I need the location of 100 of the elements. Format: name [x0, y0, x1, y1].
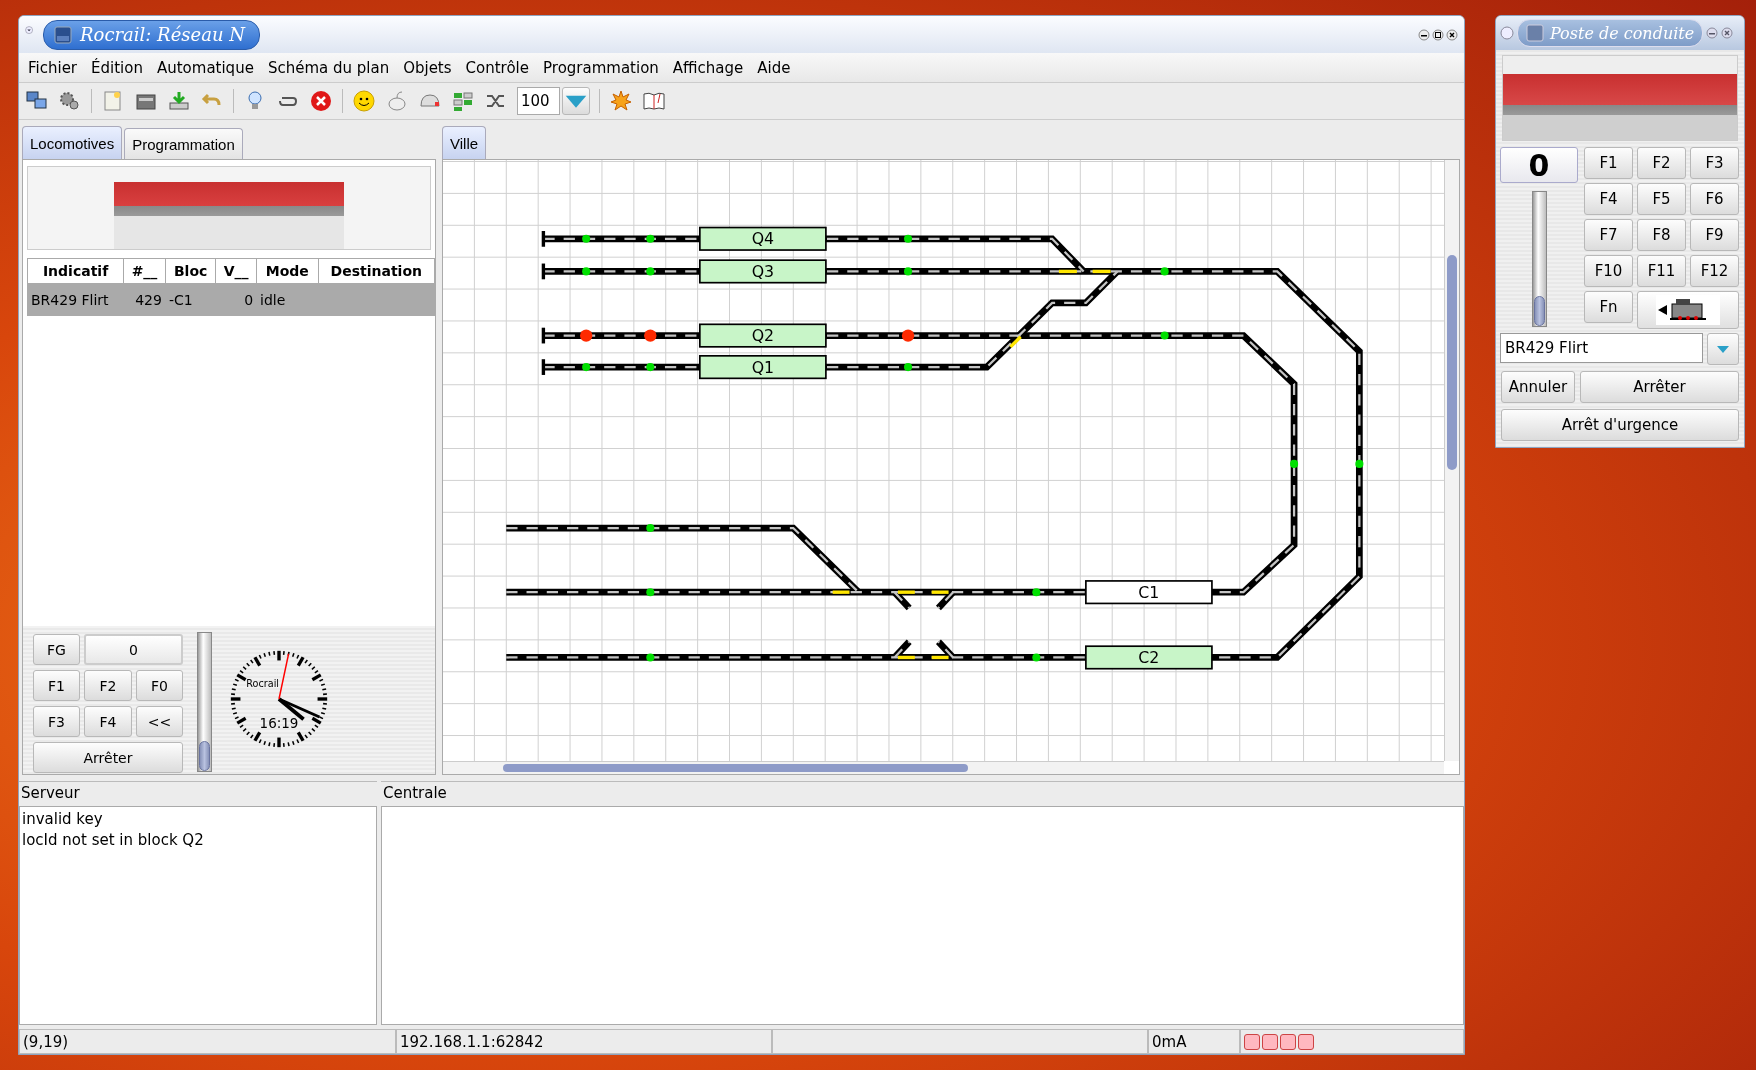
- function-button[interactable]: F6: [1690, 183, 1739, 215]
- column-header[interactable]: #__: [123, 258, 166, 284]
- status-current: 0mA: [1148, 1029, 1240, 1054]
- vertical-scrollbar[interactable]: [1444, 160, 1459, 761]
- signal-icon[interactable]: [646, 234, 655, 243]
- column-header[interactable]: V__: [215, 258, 257, 284]
- menu-item[interactable]: Programmation: [536, 58, 666, 77]
- function-button[interactable]: F1: [1584, 147, 1633, 179]
- menu-item[interactable]: Affichage: [665, 58, 751, 77]
- minimize-icon[interactable]: [1418, 28, 1430, 41]
- signal-icon[interactable]: [904, 267, 913, 276]
- track-block[interactable]: C1: [1085, 580, 1213, 605]
- slider-thumb[interactable]: [199, 741, 210, 771]
- function-button[interactable]: F1: [33, 670, 80, 701]
- stop-button[interactable]: Arrêter: [33, 742, 183, 773]
- function-button[interactable]: F9: [1690, 219, 1739, 251]
- stop-icon[interactable]: [309, 89, 333, 113]
- status-indicator-icon: [1298, 1033, 1314, 1050]
- menu-item[interactable]: Contrôle: [458, 58, 536, 77]
- function-button[interactable]: F4: [1584, 183, 1633, 215]
- signal-icon[interactable]: [646, 588, 655, 597]
- function-button[interactable]: F11: [1637, 255, 1686, 287]
- signal-icon[interactable]: [582, 363, 591, 372]
- dropdown-button[interactable]: [1707, 333, 1739, 365]
- track-block[interactable]: Q2: [699, 323, 827, 348]
- speed-display: 0: [84, 634, 183, 665]
- tab[interactable]: Programmation: [124, 128, 243, 159]
- direction-button[interactable]: [1637, 291, 1739, 329]
- column-header[interactable]: Indicatif: [27, 258, 124, 284]
- track-block[interactable]: C2: [1085, 645, 1213, 670]
- menu-item[interactable]: Aide: [750, 58, 798, 77]
- blocks-icon[interactable]: [451, 89, 475, 113]
- signal-icon[interactable]: [646, 524, 655, 533]
- track-block[interactable]: Q4: [699, 226, 827, 251]
- menu-item[interactable]: Schéma du plan: [260, 58, 397, 77]
- function-button[interactable]: FG: [33, 634, 80, 665]
- function-button[interactable]: Fn: [1584, 291, 1633, 323]
- function-button[interactable]: <<: [136, 706, 183, 737]
- function-button[interactable]: F10: [1584, 255, 1633, 287]
- menu-item[interactable]: Objets: [396, 58, 459, 77]
- signal-icon[interactable]: [646, 267, 655, 276]
- signal-icon[interactable]: [1160, 331, 1169, 340]
- close-icon[interactable]: [1446, 28, 1458, 41]
- signal-icon[interactable]: [1290, 459, 1299, 468]
- table-cell: idle: [256, 283, 319, 316]
- table-row[interactable]: BR429 Flirt 429 -C1 0 idle: [27, 283, 435, 316]
- signal-icon[interactable]: [901, 329, 915, 342]
- table-cell: BR429 Flirt: [27, 283, 124, 316]
- function-button[interactable]: F7: [1584, 219, 1633, 251]
- column-header[interactable]: Mode: [256, 258, 319, 284]
- column-header[interactable]: Bloc: [165, 258, 216, 284]
- locomotive-select[interactable]: BR429 Flirt: [1500, 333, 1703, 363]
- signal-icon[interactable]: [644, 329, 657, 342]
- tab[interactable]: Ville: [442, 126, 487, 159]
- signal-icon[interactable]: [1032, 588, 1041, 597]
- function-button[interactable]: F0: [136, 670, 183, 701]
- download-icon[interactable]: [167, 89, 191, 113]
- cancel-button[interactable]: Annuler: [1501, 371, 1575, 403]
- function-button[interactable]: F2: [1637, 147, 1686, 179]
- dropdown-button[interactable]: [562, 87, 590, 115]
- maximize-icon[interactable]: [1432, 28, 1444, 41]
- signal-icon[interactable]: [904, 363, 913, 372]
- emergency-stop-button[interactable]: Arrêt d'urgence: [1501, 409, 1739, 441]
- signal-icon[interactable]: [582, 234, 591, 243]
- signal-icon[interactable]: [579, 329, 593, 342]
- function-button[interactable]: F5: [1637, 183, 1686, 215]
- function-button[interactable]: F8: [1637, 219, 1686, 251]
- column-header[interactable]: Destination: [318, 258, 435, 284]
- horizontal-scrollbar[interactable]: [443, 761, 1444, 774]
- track-block[interactable]: Q3: [699, 259, 827, 284]
- function-button[interactable]: F2: [84, 670, 132, 701]
- signal-icon[interactable]: [1355, 459, 1364, 468]
- track-block[interactable]: Q1: [699, 355, 827, 380]
- gears-icon[interactable]: [58, 89, 82, 113]
- speed-slider[interactable]: [197, 632, 212, 772]
- signal-icon[interactable]: [646, 363, 655, 372]
- function-button[interactable]: F3: [33, 706, 80, 737]
- window-title: Rocrail: Réseau N: [80, 24, 245, 45]
- function-button[interactable]: F4: [84, 706, 132, 737]
- slider-thumb[interactable]: [1533, 296, 1545, 326]
- menu-item[interactable]: Fichier: [21, 58, 85, 77]
- speed-display: 0: [1500, 147, 1578, 183]
- signal-icon[interactable]: [646, 653, 655, 662]
- smiley-icon[interactable]: [352, 89, 376, 113]
- burst-icon[interactable]: [609, 89, 633, 113]
- menu-item[interactable]: Édition: [84, 58, 150, 77]
- tab[interactable]: Locomotives: [22, 126, 123, 159]
- stop-button[interactable]: Arrêter: [1580, 371, 1739, 403]
- speed-slider[interactable]: [1531, 191, 1547, 327]
- menu-item[interactable]: Automatique: [149, 58, 261, 77]
- caret-down-icon: [1716, 344, 1730, 354]
- function-button[interactable]: F3: [1690, 147, 1739, 179]
- signal-icon[interactable]: [904, 234, 913, 243]
- signal-icon[interactable]: [1032, 653, 1041, 662]
- window-menu-icon: [1500, 26, 1514, 40]
- pane-title: Centrale: [382, 783, 448, 804]
- zoom-field[interactable]: 100: [517, 87, 560, 115]
- function-button[interactable]: F12: [1690, 255, 1739, 287]
- signal-icon[interactable]: [1160, 267, 1169, 276]
- signal-icon[interactable]: [582, 267, 591, 276]
